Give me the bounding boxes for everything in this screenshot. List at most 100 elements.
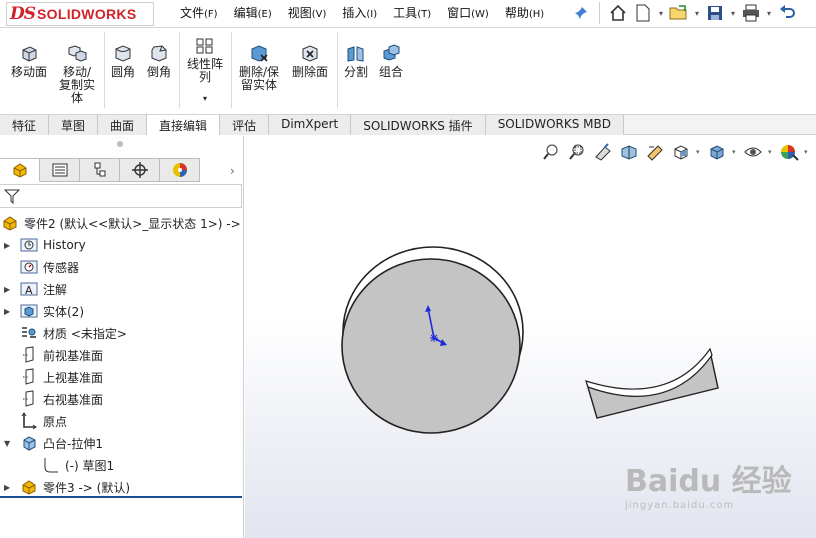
move-face-button[interactable]: 移动面 bbox=[8, 44, 50, 79]
panel-expand-icon[interactable]: › bbox=[230, 164, 235, 178]
linear-pattern-button[interactable]: 线性阵 列 ▾ bbox=[183, 36, 227, 105]
ribbon-separator bbox=[231, 32, 232, 108]
filter-icon bbox=[3, 189, 21, 205]
menu-file[interactable]: 文件(F) bbox=[172, 0, 226, 26]
print-icon[interactable] bbox=[740, 2, 762, 24]
fillet-button[interactable]: 圆角 bbox=[108, 44, 138, 79]
expand-arrow-icon[interactable]: ▶ bbox=[4, 241, 14, 250]
open-folder-icon[interactable] bbox=[668, 2, 690, 24]
graphics-area[interactable]: ▾ ▾ ▾ ▾ Baidu 经验 jingyan.baidu.com bbox=[245, 136, 816, 538]
baidu-watermark: Baidu 经验 bbox=[625, 464, 792, 499]
combine-button[interactable]: 组合 bbox=[376, 44, 406, 79]
move-copy-body-button[interactable]: 移动/ 复制实 体 bbox=[56, 44, 98, 105]
tree-item-label: 前视基准面 bbox=[43, 348, 104, 363]
combine-label: 组合 bbox=[378, 65, 403, 79]
tab-dimxpert-manager[interactable] bbox=[120, 158, 160, 182]
chamfer-label: 倒角 bbox=[146, 65, 171, 79]
tree-item-material[interactable]: 材质 <未指定> bbox=[0, 322, 244, 344]
plane-icon bbox=[20, 368, 38, 386]
tree-item-label: 上视基准面 bbox=[43, 370, 104, 385]
fillet-label: 圆角 bbox=[110, 65, 135, 79]
tree-item-sensors[interactable]: 传感器 bbox=[0, 256, 244, 278]
extrude-icon bbox=[20, 434, 38, 452]
expand-arrow-icon[interactable]: ▶ bbox=[4, 483, 14, 492]
tree-item-right-plane[interactable]: 右视基准面 bbox=[0, 388, 244, 410]
menu-tools[interactable]: 工具(T) bbox=[385, 0, 439, 26]
tab-features[interactable]: 特征 bbox=[0, 115, 50, 135]
tab-direct-editing[interactable]: 直接编辑 bbox=[147, 115, 221, 135]
move-copy-label-3: 体 bbox=[70, 91, 83, 105]
save-icon[interactable] bbox=[704, 2, 726, 24]
tab-addins[interactable]: SOLIDWORKS 插件 bbox=[351, 115, 486, 135]
menu-window[interactable]: 窗口(W) bbox=[439, 0, 497, 26]
tree-item-solid-bodies[interactable]: ▶ 实体(2) bbox=[0, 300, 244, 322]
origin-icon bbox=[20, 412, 38, 430]
print-dropdown-icon[interactable]: ▾ bbox=[765, 9, 773, 18]
tree-item-part3[interactable]: ▶ 零件3 -> (默认) bbox=[0, 476, 244, 498]
linear-pattern-label-2: 列 bbox=[198, 70, 211, 84]
save-dropdown-icon[interactable]: ▾ bbox=[729, 9, 737, 18]
tree-item-sketch[interactable]: (-) 草图1 bbox=[0, 454, 244, 476]
expand-arrow-icon[interactable]: ▶ bbox=[4, 307, 14, 316]
tab-sketch[interactable]: 草图 bbox=[49, 115, 99, 135]
tree-filter[interactable] bbox=[0, 184, 242, 208]
tree-item-label: 右视基准面 bbox=[43, 392, 104, 407]
tab-dimxpert[interactable]: DimXpert bbox=[269, 115, 352, 135]
tab-property-manager[interactable] bbox=[40, 158, 80, 182]
tree-root-part[interactable]: 零件2 (默认<<默认>_显示状态 1>) -> bbox=[0, 212, 244, 234]
tree-item-label: 传感器 bbox=[43, 260, 80, 275]
menu-help[interactable]: 帮助(H) bbox=[497, 0, 552, 26]
chamfer-button[interactable]: 倒角 bbox=[144, 44, 174, 79]
delete-keep-body-button[interactable]: 删除/保 留实体 bbox=[236, 44, 282, 92]
new-document-icon[interactable] bbox=[632, 2, 654, 24]
menu-view[interactable]: 视图(V) bbox=[280, 0, 335, 26]
tree-item-origin[interactable]: 原点 bbox=[0, 410, 244, 432]
move-face-icon bbox=[22, 46, 37, 62]
split-button[interactable]: 分割 bbox=[341, 44, 371, 79]
quick-access-toolbar: ▾ ▾ ▾ ▾ bbox=[570, 1, 798, 25]
undo-icon[interactable] bbox=[776, 2, 798, 24]
tab-feature-manager[interactable] bbox=[0, 158, 40, 182]
history-icon bbox=[20, 236, 38, 254]
feature-tree: 零件2 (默认<<默认>_显示状态 1>) -> ▶ History 传感器 ▶… bbox=[0, 212, 244, 498]
delete-keep-body-icon bbox=[251, 45, 268, 62]
tree-item-label: 实体(2) bbox=[43, 304, 84, 319]
fillet-icon bbox=[115, 45, 131, 62]
pin-icon[interactable] bbox=[570, 2, 592, 24]
title-bar: DS SOLIDWORKS 文件(F) 编辑(E) 视图(V) 插入(I) 工具… bbox=[0, 0, 816, 28]
rollback-bar[interactable] bbox=[0, 496, 242, 498]
feature-manager-panel: › 零件2 (默认<<默认>_显示状态 1>) -> ▶ History 传感器 bbox=[0, 136, 244, 538]
ribbon-separator bbox=[179, 32, 180, 108]
annotation-icon: A bbox=[20, 280, 38, 298]
delete-face-label: 删除面 bbox=[291, 65, 328, 79]
plane-icon bbox=[20, 390, 38, 408]
menu-insert[interactable]: 插入(I) bbox=[334, 0, 385, 26]
panel-tabs bbox=[0, 158, 200, 182]
tree-item-top-plane[interactable]: 上视基准面 bbox=[0, 366, 244, 388]
expand-arrow-icon[interactable]: ▶ bbox=[4, 285, 14, 294]
property-manager-icon bbox=[52, 163, 67, 177]
tab-configuration-manager[interactable] bbox=[80, 158, 120, 182]
panel-grip[interactable] bbox=[117, 141, 123, 147]
new-dropdown-icon[interactable]: ▾ bbox=[657, 9, 665, 18]
curved-shell-body[interactable] bbox=[585, 347, 719, 419]
open-dropdown-icon[interactable]: ▾ bbox=[693, 9, 701, 18]
home-icon[interactable] bbox=[607, 2, 629, 24]
tab-surfaces[interactable]: 曲面 bbox=[98, 115, 148, 135]
toolbar-separator bbox=[599, 2, 600, 24]
tab-display-manager[interactable] bbox=[160, 158, 200, 182]
tab-evaluate[interactable]: 评估 bbox=[220, 115, 270, 135]
tree-item-front-plane[interactable]: 前视基准面 bbox=[0, 344, 244, 366]
plane-icon bbox=[20, 346, 38, 364]
solidworks-logo[interactable]: DS SOLIDWORKS bbox=[10, 3, 136, 25]
linear-pattern-dropdown-icon[interactable]: ▾ bbox=[203, 92, 207, 105]
tree-item-annotations[interactable]: ▶ A 注解 bbox=[0, 278, 244, 300]
dimxpert-icon bbox=[131, 162, 148, 178]
tree-item-boss-extrude[interactable]: ▼ 凸台-拉伸1 bbox=[0, 432, 244, 454]
logo-text: SOLIDWORKS bbox=[37, 6, 137, 22]
tab-mbd[interactable]: SOLIDWORKS MBD bbox=[485, 115, 624, 135]
expand-arrow-icon[interactable]: ▼ bbox=[4, 439, 14, 448]
menu-edit[interactable]: 编辑(E) bbox=[226, 0, 280, 26]
delete-face-button[interactable]: 删除面 bbox=[288, 44, 332, 79]
tree-item-history[interactable]: ▶ History bbox=[0, 234, 244, 256]
